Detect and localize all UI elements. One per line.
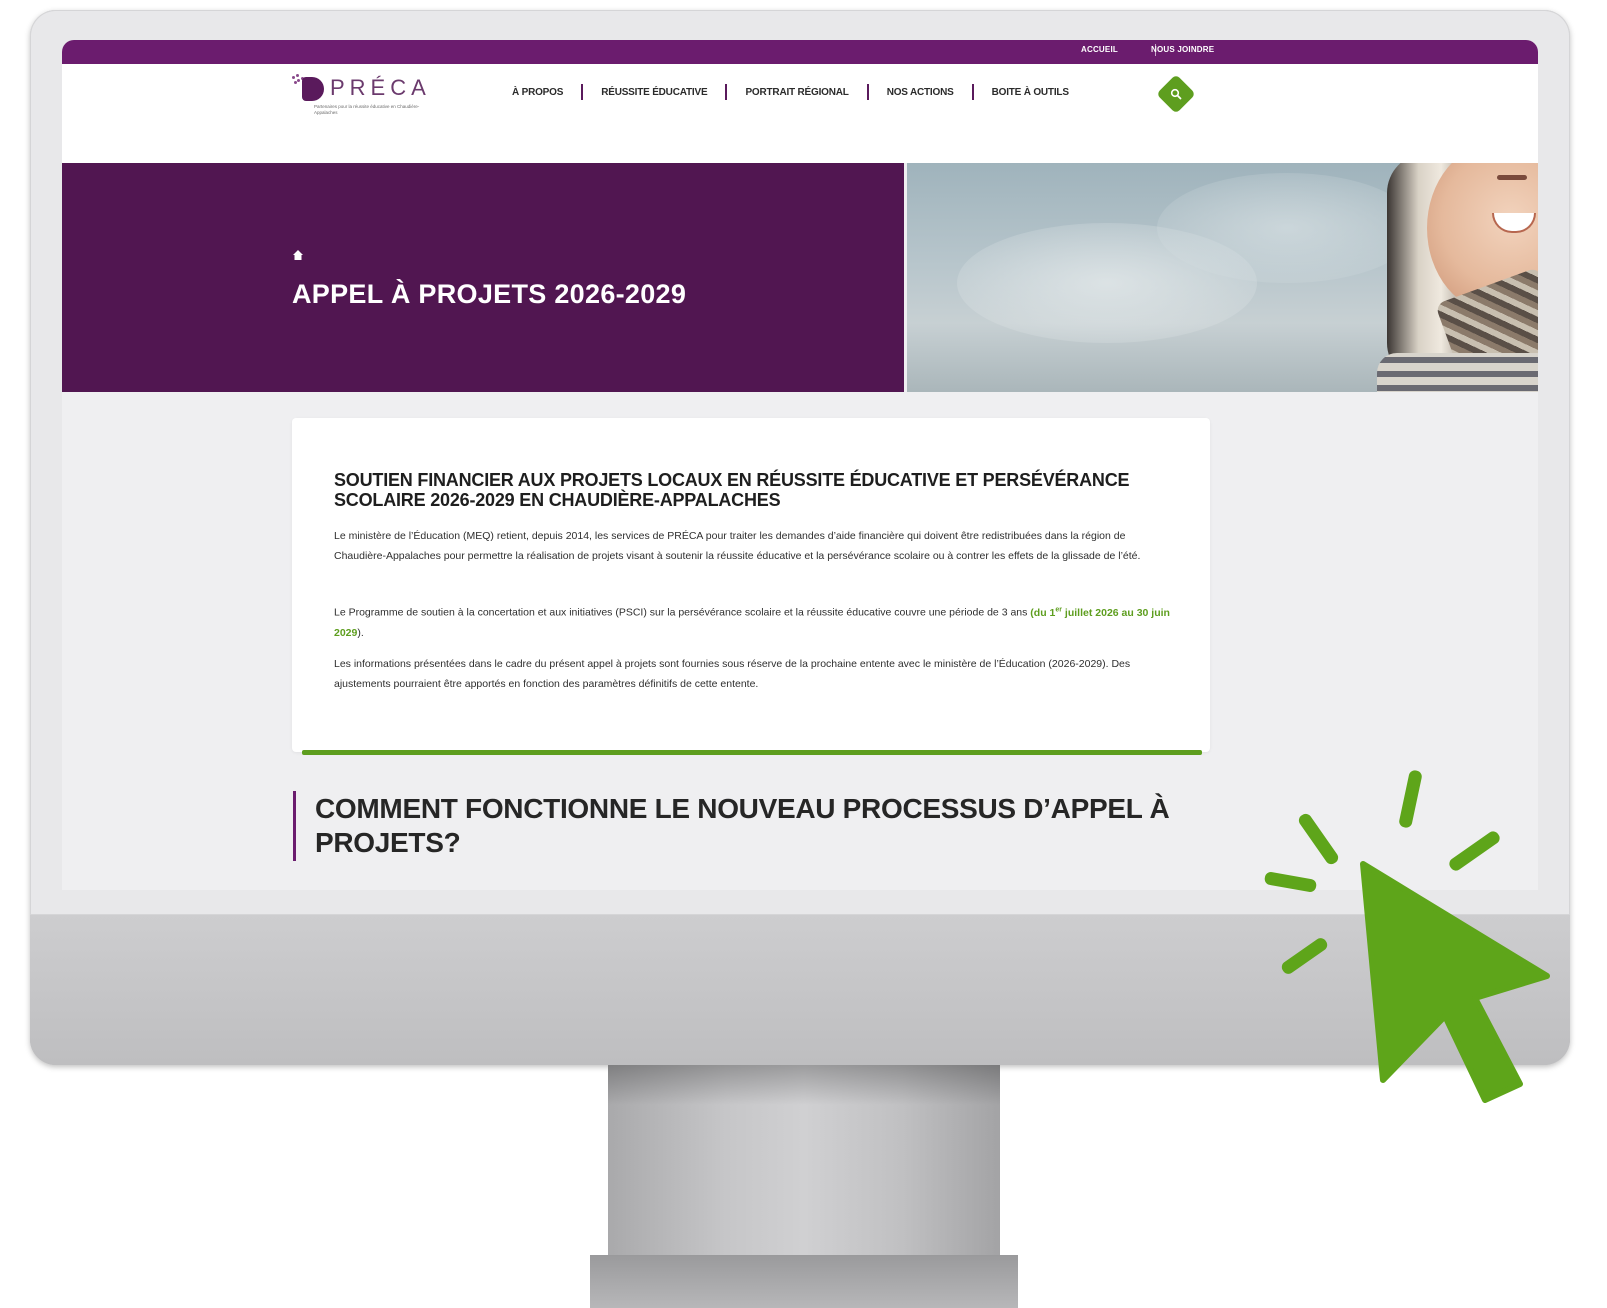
card-paragraph-3: Les informations présentées dans le cadr… [334,658,1131,690]
dates-open: (du 1 [1030,606,1056,619]
nav-separator [971,84,974,100]
nav-item-boite-a-outils[interactable]: BOITE À OUTILS [992,87,1069,98]
dates-close: ). [357,626,364,639]
browser-screen: ACCUEIL NOUS JOINDRE PRÉCA Partenaires p… [62,40,1538,890]
top-link-home[interactable]: ACCUEIL [1081,45,1118,54]
page-title: APPEL À PROJETS 2026-2029 [292,279,687,309]
logo-p-icon [302,77,324,101]
monitor-stand-base [590,1255,1018,1308]
info-card: SOUTIEN FINANCIER AUX PROJETS LOCAUX EN … [292,418,1210,752]
main-nav: À PROPOS RÉUSSITE ÉDUCATIVE PORTRAIT RÉG… [512,82,1069,102]
nav-item-reussite-educative[interactable]: RÉUSSITE ÉDUCATIVE [601,87,707,98]
section-title: COMMENT FONCTIONNE LE NOUVEAU PROCESSUS … [315,793,1170,858]
site-logo[interactable]: PRÉCA Partenaires pour la réussite éduca… [292,74,426,124]
nav-separator [866,84,869,100]
logo-name: PRÉCA [330,75,431,100]
hero-photo-child [907,163,1538,392]
logo-tagline: Partenaires pour la réussite éducative e… [314,104,420,115]
nav-item-portrait-regional[interactable]: PORTRAIT RÉGIONAL [745,87,848,98]
nav-separator [725,84,728,100]
top-utility-bar: ACCUEIL NOUS JOINDRE [62,40,1538,64]
home-icon[interactable] [292,248,304,266]
hero-banner: APPEL À PROJETS 2026-2029 [62,163,904,392]
nav-separator [581,84,584,100]
card-paragraph-1: Le ministère de l’Éducation (MEQ) retien… [334,530,1141,562]
monitor-chin [30,915,1570,1065]
top-link-contact[interactable]: NOUS JOINDRE [1151,45,1214,54]
search-button[interactable] [1156,74,1196,114]
stand-shadow [608,1065,1000,1105]
card-title: SOUTIEN FINANCIER AUX PROJETS LOCAUX EN … [334,470,1130,510]
card-paragraph-2: Le Programme de soutien à la concertatio… [334,600,1174,643]
search-icon [1169,87,1183,101]
nav-item-nos-actions[interactable]: NOS ACTIONS [887,87,954,98]
main-header: PRÉCA Partenaires pour la réussite éduca… [62,64,1538,163]
nav-item-a-propos[interactable]: À PROPOS [512,87,563,98]
paragraph-2-text: Le Programme de soutien à la concertatio… [334,606,1028,619]
section-accent-bar [293,791,296,861]
card-accent-bar [302,750,1202,755]
